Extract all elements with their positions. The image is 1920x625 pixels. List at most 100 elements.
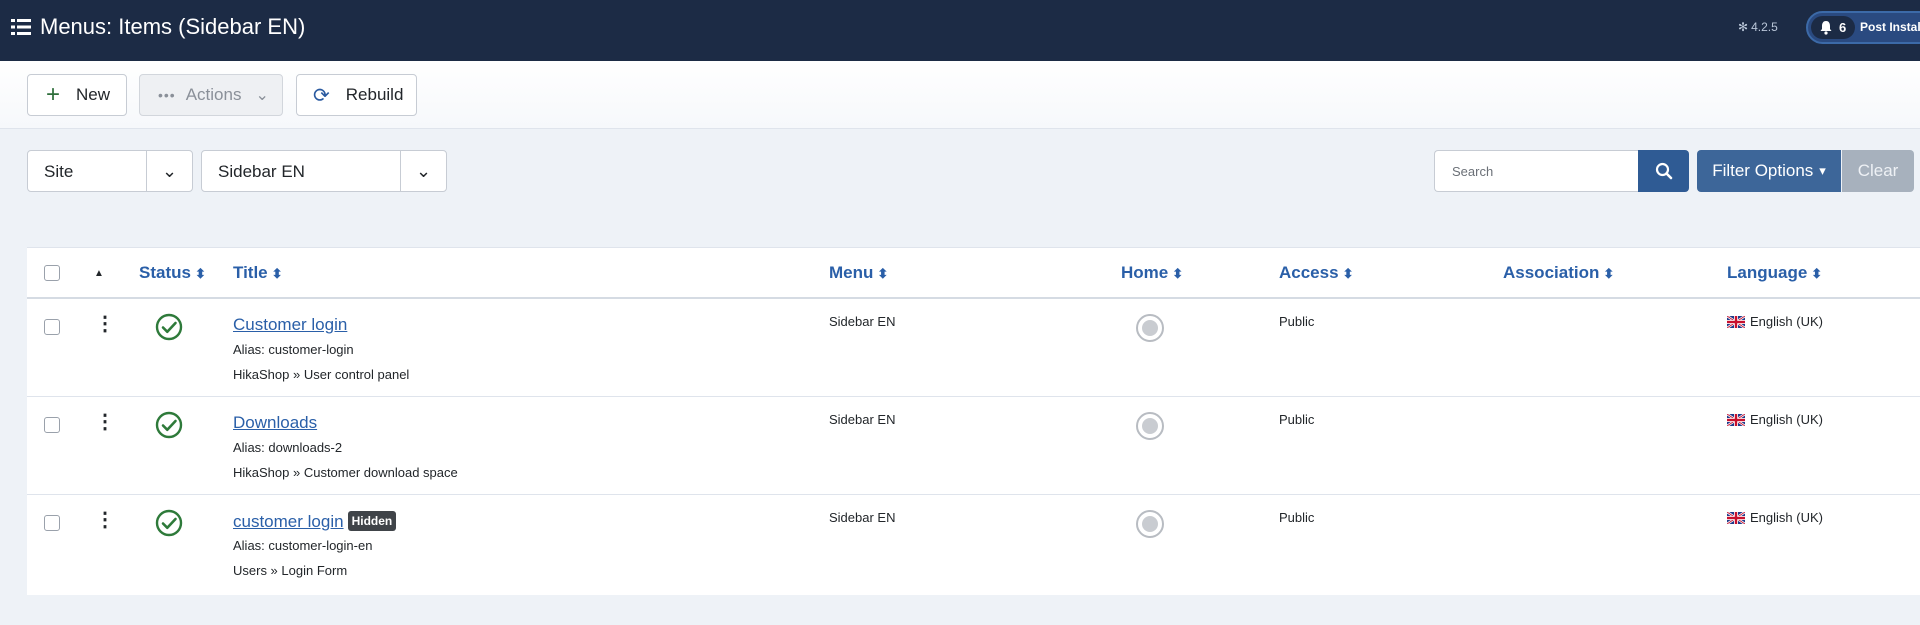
- item-title-link[interactable]: Downloads: [233, 413, 317, 433]
- uk-flag-icon: [1727, 511, 1745, 524]
- chevron-down-icon: ▾: [1819, 163, 1826, 178]
- actions-label: Actions: [185, 85, 242, 104]
- column-menu[interactable]: Menu ⬍: [829, 263, 888, 283]
- rebuild-button[interactable]: ⟳ Rebuild: [296, 74, 417, 116]
- filter-options-label: Filter Options: [1712, 161, 1814, 180]
- item-title: Downloads: [233, 413, 318, 432]
- column-language-label: Language: [1727, 263, 1808, 282]
- actions-dropdown[interactable]: ••• Actions ⌄: [139, 74, 283, 116]
- list-icon[interactable]: [11, 17, 31, 37]
- item-type: HikaShop » Customer download space: [233, 465, 458, 480]
- item-type: HikaShop » User control panel: [233, 367, 410, 382]
- menu-select[interactable]: Sidebar EN ⌄: [201, 150, 447, 192]
- item-language-label: English (UK): [1750, 412, 1823, 427]
- item-menu: Sidebar EN: [829, 314, 896, 329]
- column-title[interactable]: Title ⬍: [233, 263, 283, 283]
- column-association-label: Association: [1503, 263, 1600, 282]
- row-actions-icon[interactable]: ⋮: [95, 314, 115, 334]
- table-row: ⋮ customer login Hidden Alias: customer-l…: [27, 495, 1920, 593]
- new-button[interactable]: + New: [27, 74, 127, 116]
- column-home[interactable]: Home ⬍: [1121, 263, 1183, 283]
- post-install-label: Post Install: [1860, 20, 1920, 34]
- search-button[interactable]: [1638, 150, 1689, 192]
- notification-bubble: 6: [1811, 16, 1855, 39]
- item-language: English (UK): [1727, 510, 1823, 525]
- sort-icon: ⬍: [877, 266, 889, 281]
- chevron-down-icon: ⌄: [146, 151, 192, 191]
- item-alias: Alias: downloads-2: [233, 440, 343, 455]
- home-radio-icon[interactable]: [1136, 412, 1164, 440]
- client-select[interactable]: Site ⌄: [27, 150, 193, 192]
- filter-options-button[interactable]: Filter Options ▾: [1697, 150, 1841, 192]
- check-circle-icon[interactable]: [155, 509, 183, 537]
- menu-select-value: Sidebar EN: [218, 162, 305, 181]
- plus-icon: +: [46, 81, 61, 108]
- row-actions-icon[interactable]: ⋮: [95, 510, 115, 530]
- item-title-link[interactable]: Customer login: [233, 315, 347, 335]
- column-status-label: Status: [139, 263, 191, 282]
- home-radio-icon[interactable]: [1136, 510, 1164, 538]
- select-all-checkbox[interactable]: [44, 265, 60, 281]
- sort-icon: ⬍: [1811, 266, 1823, 281]
- joomla-icon: ✻: [1738, 20, 1749, 34]
- post-install-button[interactable]: 6 Post Install: [1806, 11, 1920, 44]
- sort-icon: ⬍: [1342, 266, 1354, 281]
- item-title-link[interactable]: customer login Hidden: [233, 511, 397, 532]
- ellipsis-icon: •••: [158, 87, 176, 103]
- notification-count: 6: [1839, 20, 1847, 35]
- uk-flag-icon: [1727, 413, 1745, 426]
- table-row: ⋮ Customer login Alias: customer-login H…: [27, 299, 1920, 397]
- item-language-label: English (UK): [1750, 510, 1823, 525]
- column-language[interactable]: Language ⬍: [1727, 263, 1822, 283]
- menu-items-table: ▲ Status ⬍ Title ⬍ Menu ⬍ Home ⬍ Access ⬍ Ass…: [27, 247, 1920, 595]
- new-button-label: New: [76, 85, 111, 104]
- row-checkbox[interactable]: [44, 417, 60, 433]
- clear-button[interactable]: Clear: [1842, 150, 1914, 192]
- row-checkbox[interactable]: [44, 319, 60, 335]
- home-radio-icon[interactable]: [1136, 314, 1164, 342]
- search-input[interactable]: [1434, 150, 1639, 192]
- item-language: English (UK): [1727, 314, 1823, 329]
- bell-icon: [1820, 21, 1832, 35]
- item-access: Public: [1279, 412, 1315, 427]
- uk-flag-icon: [1727, 315, 1745, 328]
- row-checkbox[interactable]: [44, 515, 60, 531]
- item-access: Public: [1279, 510, 1315, 525]
- item-title: customer login: [233, 512, 344, 531]
- sort-icon: ⬍: [1603, 266, 1615, 281]
- top-header: Menus: Items (Sidebar EN) ✻ 4.2.5 6 Post …: [0, 0, 1920, 61]
- sort-icon: ⬍: [194, 266, 206, 281]
- toolbar: + New ••• Actions ⌄ ⟳ Rebuild: [0, 61, 1920, 129]
- item-alias: Alias: customer-login-en: [233, 538, 373, 553]
- item-menu: Sidebar EN: [829, 412, 896, 427]
- sort-icon: ⬍: [1172, 266, 1184, 281]
- search-icon: [1655, 162, 1672, 180]
- version-label: ✻ 4.2.5: [1738, 20, 1778, 34]
- column-access[interactable]: Access ⬍: [1279, 263, 1353, 283]
- client-select-value: Site: [44, 162, 74, 181]
- column-menu-label: Menu: [829, 263, 874, 282]
- page-title: Menus: Items (Sidebar EN): [40, 14, 306, 39]
- row-actions-icon[interactable]: ⋮: [95, 412, 115, 432]
- version-number: 4.2.5: [1751, 20, 1778, 34]
- item-menu: Sidebar EN: [829, 510, 896, 525]
- sort-icon: ⬍: [271, 266, 283, 281]
- rebuild-button-label: Rebuild: [345, 85, 404, 104]
- item-alias: Alias: customer-login: [233, 342, 354, 357]
- item-language-label: English (UK): [1750, 314, 1823, 329]
- column-title-label: Title: [233, 263, 268, 282]
- item-language: English (UK): [1727, 412, 1823, 427]
- check-circle-icon[interactable]: [155, 411, 183, 439]
- column-status[interactable]: Status ⬍: [139, 263, 206, 283]
- item-title: Customer login: [233, 315, 348, 334]
- refresh-icon: ⟳: [313, 84, 330, 107]
- ordering-sort-icon[interactable]: ▲: [94, 268, 104, 279]
- item-type: Users » Login Form: [233, 563, 348, 578]
- check-circle-icon[interactable]: [155, 313, 183, 341]
- table-header: ▲ Status ⬍ Title ⬍ Menu ⬍ Home ⬍ Access ⬍ Ass…: [27, 248, 1920, 299]
- column-association[interactable]: Association ⬍: [1503, 263, 1614, 283]
- table-row: ⋮ Downloads Alias: downloads-2 HikaShop …: [27, 397, 1920, 495]
- item-access: Public: [1279, 314, 1315, 329]
- chevron-down-icon: ⌄: [255, 87, 269, 104]
- chevron-down-icon: ⌄: [400, 151, 446, 191]
